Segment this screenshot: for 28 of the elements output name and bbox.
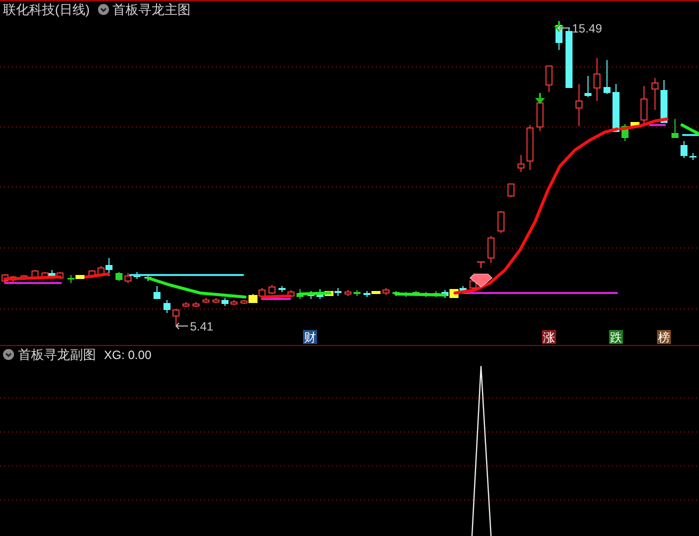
short-trend-line	[84, 272, 110, 278]
event-badge[interactable]: 榜	[657, 330, 671, 344]
arrow-down-icon	[554, 21, 564, 32]
gem-icon	[470, 274, 492, 288]
falling-trend-line	[394, 292, 446, 296]
support-level-line	[261, 298, 291, 300]
arrow-left-icon	[557, 24, 570, 32]
event-badge[interactable]: 跌	[609, 330, 623, 344]
indicator-name[interactable]: 首板寻龙主图	[112, 3, 191, 16]
falling-trend-line	[680, 124, 699, 136]
arrow-down-icon	[535, 93, 545, 104]
price-label: 15.49	[572, 22, 602, 36]
price-label: 5.41	[190, 320, 214, 334]
arrow-left-icon	[175, 322, 188, 330]
short-trend-line	[4, 276, 62, 280]
event-badge[interactable]: 涨	[542, 330, 556, 344]
event-badge[interactable]: 财	[303, 330, 317, 344]
support-level-line	[649, 124, 666, 126]
support-level-line	[4, 282, 62, 284]
short-trend-line	[260, 294, 292, 298]
marker-icon	[476, 261, 486, 269]
horizontal-level-line	[682, 134, 699, 136]
chevron-down-icon[interactable]	[3, 349, 14, 360]
falling-trend-line	[298, 292, 332, 296]
indicator-name[interactable]: 首板寻龙副图	[18, 348, 96, 361]
chevron-down-icon[interactable]	[98, 4, 109, 15]
indicator-value: XG: 0.00	[104, 348, 152, 360]
chart-title: 联化科技(日线)	[3, 3, 90, 16]
